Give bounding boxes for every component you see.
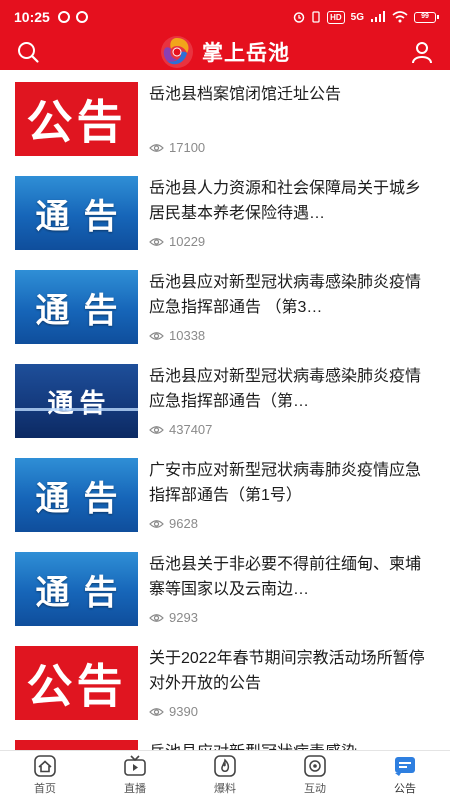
view-count: 17100 <box>149 140 205 155</box>
news-item[interactable]: 通告 岳池县应对新型冠状病毒感染肺炎疫情 应急指挥部通告 （第3… 10338 <box>0 258 450 352</box>
news-title[interactable]: 广安市应对新型冠状病毒肺炎疫情应急指挥部通告（第1号） <box>149 458 435 508</box>
eye-icon <box>149 707 164 716</box>
flame-icon <box>213 755 237 777</box>
eye-icon <box>149 425 164 434</box>
tv-icon <box>123 755 147 777</box>
tab-label: 直播 <box>124 783 146 795</box>
alarm-icon <box>293 12 305 23</box>
news-thumbnail: 公告 <box>15 740 138 750</box>
view-count: 10229 <box>149 234 205 249</box>
app-title: 掌上岳池 <box>202 42 290 65</box>
search-button[interactable] <box>14 38 42 66</box>
view-count-value: 17100 <box>169 140 206 155</box>
news-item[interactable]: 公告 岳池县档案馆闭馆迁址公告 17100 <box>0 70 450 164</box>
news-thumbnail: 通告 <box>15 458 138 532</box>
vibrate-icon <box>312 11 320 23</box>
thumbnail-label: 通告 <box>47 388 112 419</box>
news-item[interactable]: 公告 关于2022年春节期间宗教活动场所暂停对外开放的公告 9390 <box>0 634 450 728</box>
eye-icon <box>149 331 164 340</box>
notice-icon <box>393 755 417 777</box>
app-logo <box>161 36 193 68</box>
eye-icon <box>149 613 164 622</box>
thumbnail-label: 公告 <box>26 659 127 713</box>
news-item[interactable]: 公告 岳池县应对新型冠状病毒感染 <box>0 728 450 750</box>
status-right-group: HD 5G 99 <box>293 10 439 24</box>
view-count-value: 437407 <box>169 422 213 437</box>
news-item[interactable]: 通告 岳池县关于非必要不得前往缅甸、柬埔寨等国家以及云南边… 9293 <box>0 540 450 634</box>
news-title[interactable]: 岳池县应对新型冠状病毒感染肺炎疫情应急指挥部通告（第… <box>149 364 435 414</box>
view-count-value: 9628 <box>169 516 198 531</box>
tab-home[interactable]: 首页 <box>0 751 90 800</box>
app-header: 掌上岳池 <box>0 34 450 70</box>
user-icon <box>412 42 432 64</box>
news-thumbnail: 公告 <box>15 646 138 720</box>
hd-badge: HD <box>327 10 345 24</box>
view-count-value: 10229 <box>169 234 206 249</box>
news-title[interactable]: 关于2022年春节期间宗教活动场所暂停对外开放的公告 <box>149 646 435 696</box>
tab-label: 互动 <box>304 783 326 795</box>
eye-icon <box>149 143 164 152</box>
news-title[interactable]: 岳池县应对新型冠状病毒感染肺炎疫情 应急指挥部通告 （第3… <box>149 270 435 320</box>
search-icon <box>18 42 39 63</box>
view-count: 9293 <box>149 610 198 625</box>
news-thumbnail: 通告 <box>15 552 138 626</box>
eye-icon <box>149 237 164 246</box>
news-thumbnail: 通告 <box>15 176 138 250</box>
news-title[interactable]: 岳池县档案馆闭馆迁址公告 <box>149 82 435 107</box>
tab-label: 首页 <box>34 783 56 795</box>
thumbnail-label: 通告 <box>35 572 132 613</box>
user-button[interactable] <box>408 38 436 66</box>
wifi-icon <box>392 11 408 23</box>
view-count-value: 10338 <box>169 328 206 343</box>
news-list[interactable]: 公告 岳池县档案馆闭馆迁址公告 17100 通告 岳池县人力资源和社会保障局关于… <box>0 70 450 750</box>
view-count: 437407 <box>149 422 212 437</box>
tab-interact[interactable]: 互动 <box>270 751 360 800</box>
thumbnail-label: 通告 <box>35 478 132 519</box>
news-thumbnail: 通告 <box>15 270 138 344</box>
news-title[interactable]: 岳池县应对新型冠状病毒感染 <box>149 740 435 750</box>
signal-label: 5G <box>350 11 364 23</box>
tab-notice[interactable]: 公告 <box>360 751 450 800</box>
thumbnail-label: 通告 <box>35 290 132 331</box>
tab-label: 爆料 <box>214 783 236 795</box>
thumbnail-glow <box>15 408 138 411</box>
notification-icon <box>75 11 88 23</box>
status-bar: 10:25 HD 5G 99 <box>0 0 450 34</box>
news-thumbnail: 通告 <box>15 364 138 438</box>
tab-live[interactable]: 直播 <box>90 751 180 800</box>
tab-tips[interactable]: 爆料 <box>180 751 270 800</box>
news-item[interactable]: 通告 岳池县人力资源和社会保障局关于城乡居民基本养老保险待遇… 10229 <box>0 164 450 258</box>
status-notification-icons <box>57 11 88 23</box>
thumbnail-label: 通告 <box>35 196 132 237</box>
notification-icon <box>57 11 70 23</box>
thumbnail-label: 公告 <box>26 95 127 149</box>
news-thumbnail: 公告 <box>15 82 138 156</box>
status-time: 10:25 <box>14 9 50 25</box>
view-count: 9390 <box>149 704 198 719</box>
home-icon <box>33 755 57 777</box>
view-count-value: 9390 <box>169 704 198 719</box>
tab-label: 公告 <box>394 783 416 795</box>
view-count: 9628 <box>149 516 198 531</box>
news-title[interactable]: 岳池县关于非必要不得前往缅甸、柬埔寨等国家以及云南边… <box>149 552 435 602</box>
app-brand: 掌上岳池 <box>160 35 290 69</box>
news-title[interactable]: 岳池县人力资源和社会保障局关于城乡居民基本养老保险待遇… <box>149 176 435 226</box>
interact-icon <box>303 755 327 777</box>
view-count: 10338 <box>149 328 205 343</box>
view-count-value: 9293 <box>169 610 198 625</box>
news-item[interactable]: 通告 广安市应对新型冠状病毒肺炎疫情应急指挥部通告（第1号） 9628 <box>0 446 450 540</box>
battery-icon: 99 <box>414 11 439 23</box>
bottom-tab-bar: 首页 直播 爆料 互动 公告 <box>0 750 450 800</box>
news-item[interactable]: 通告 岳池县应对新型冠状病毒感染肺炎疫情应急指挥部通告（第… 437407 <box>0 352 450 446</box>
signal-icon <box>371 11 385 22</box>
eye-icon <box>149 519 164 528</box>
